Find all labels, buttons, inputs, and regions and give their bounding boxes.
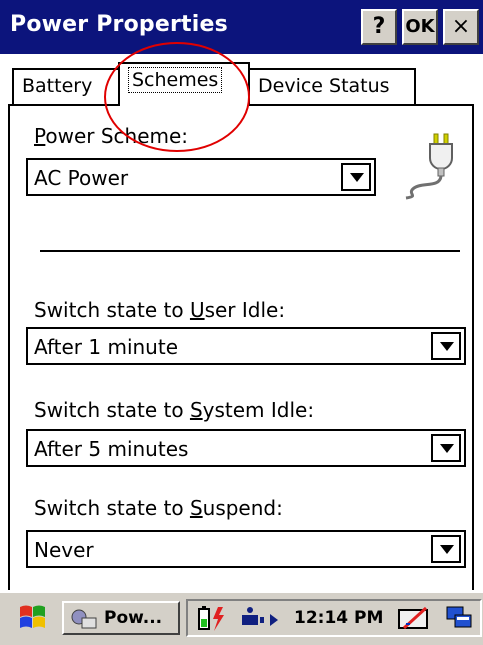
user-idle-combo[interactable]: After 1 minute [26, 327, 466, 365]
plug-icon [405, 133, 453, 200]
battery-icon[interactable] [196, 605, 232, 633]
windows-flag-icon[interactable] [14, 601, 50, 635]
suspend-value: Never [34, 538, 94, 562]
windows-switch-icon[interactable] [444, 604, 478, 634]
user-idle-value: After 1 minute [34, 335, 179, 359]
help-button[interactable]: ? [361, 9, 397, 45]
keyboard-icon[interactable] [396, 604, 432, 634]
power-scheme-combo[interactable]: AC Power [26, 158, 376, 196]
chevron-down-icon[interactable] [341, 163, 371, 191]
annotation-ellipse [104, 42, 250, 152]
chevron-down-icon[interactable] [431, 535, 461, 563]
user-idle-label: Switch state to User Idle: [34, 298, 286, 322]
title-bar: Power Properties ? OK × [0, 0, 483, 54]
tab-device-status[interactable]: Device Status [248, 68, 416, 104]
system-idle-value: After 5 minutes [34, 437, 189, 461]
tab-battery-label: Battery [22, 75, 93, 97]
close-button[interactable]: × [443, 9, 479, 45]
chevron-down-icon[interactable] [431, 332, 461, 360]
system-idle-label: Switch state to System Idle: [34, 398, 315, 422]
taskbar-app-label: Pow... [104, 608, 163, 628]
chevron-down-icon[interactable] [431, 434, 461, 462]
taskbar: Pow... 12:14 PM [0, 591, 483, 645]
power-scheme-value: AC Power [34, 166, 129, 190]
app-icon [71, 609, 97, 629]
separator-line [40, 250, 460, 252]
suspend-combo[interactable]: Never [26, 530, 466, 568]
taskbar-app-button[interactable]: Pow... [62, 601, 180, 635]
window-title: Power Properties [10, 12, 228, 37]
system-idle-combo[interactable]: After 5 minutes [26, 429, 466, 467]
tab-device-status-label: Device Status [258, 75, 390, 97]
system-tray: 12:14 PM [186, 599, 482, 637]
ok-button[interactable]: OK [402, 9, 438, 45]
suspend-label: Switch state to Suspend: [34, 496, 283, 520]
clock[interactable]: 12:14 PM [294, 608, 383, 628]
connectivity-icon[interactable] [238, 605, 286, 633]
